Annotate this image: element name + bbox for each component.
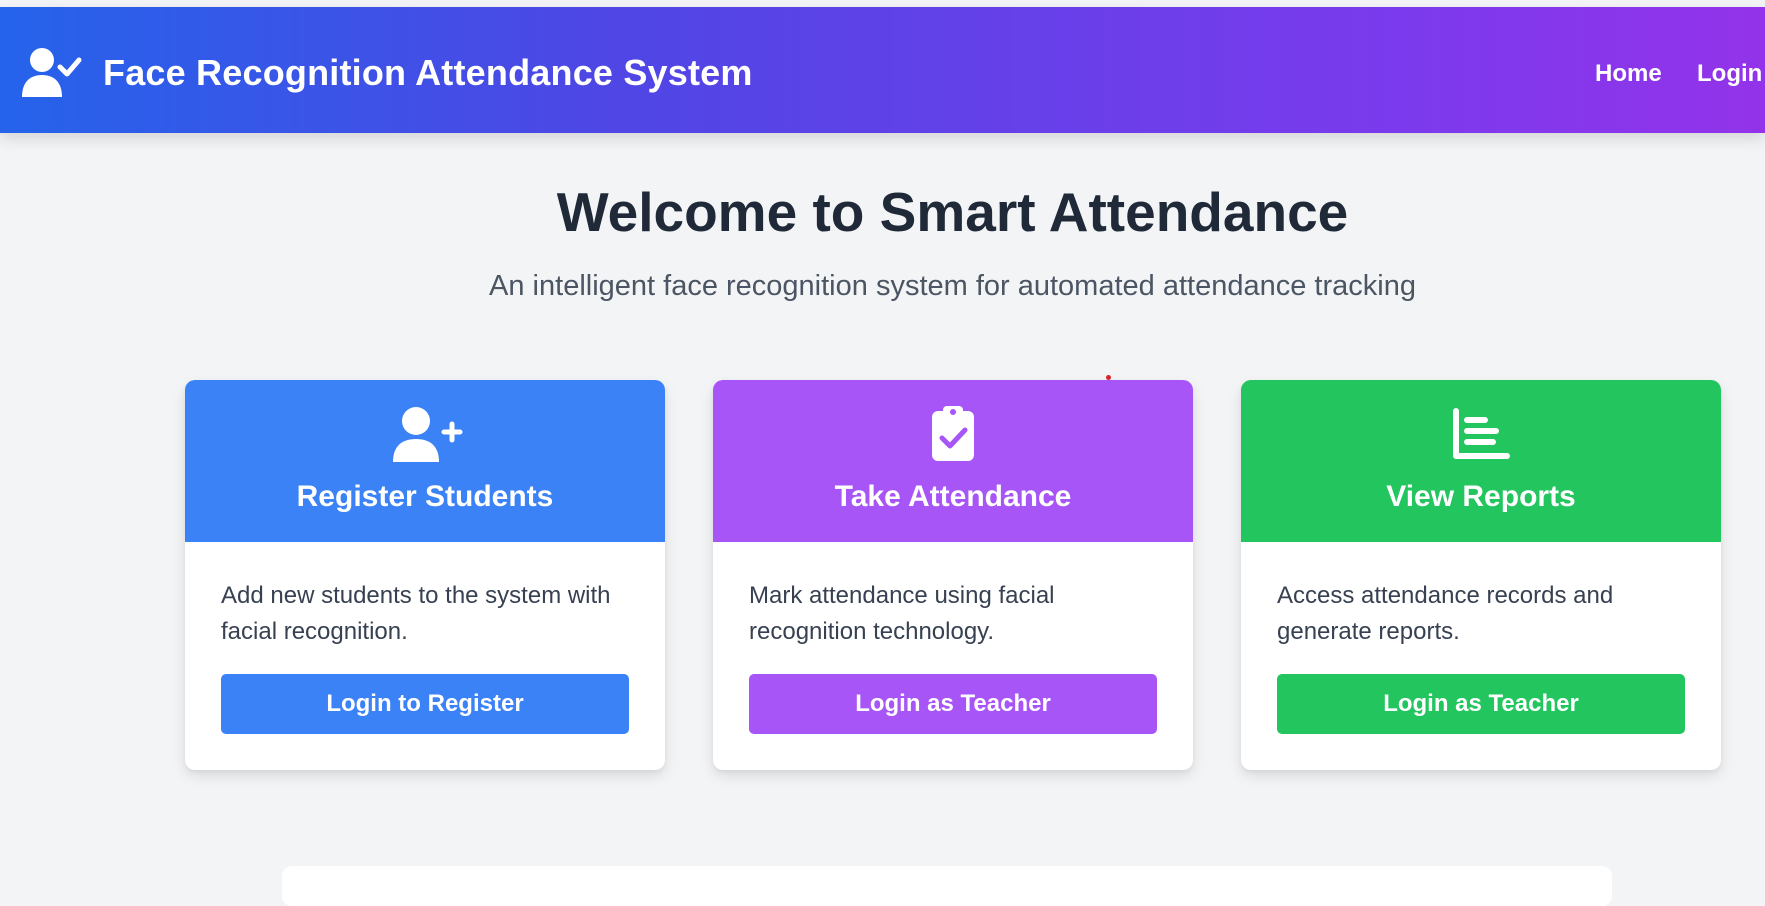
- nav-home-link[interactable]: Home: [1595, 60, 1662, 88]
- page-subtitle: An intelligent face recognition system f…: [489, 270, 1416, 302]
- user-check-icon: [22, 46, 82, 98]
- take-attendance-card: Take Attendance Mark attendance using fa…: [713, 380, 1193, 770]
- card-title: Register Students: [296, 480, 554, 513]
- card-title: Take Attendance: [834, 480, 1072, 513]
- card-header: View Reports: [1241, 380, 1721, 542]
- login-as-teacher-button[interactable]: Login as Teacher: [1277, 674, 1685, 734]
- bottom-panel: [282, 866, 1612, 906]
- brand-title[interactable]: Face Recognition Attendance System: [103, 52, 753, 94]
- login-to-register-button[interactable]: Login to Register: [221, 674, 629, 734]
- page-title: Welcome to Smart Attendance: [556, 181, 1349, 243]
- card-description: Add new students to the system with faci…: [221, 582, 611, 645]
- card-description: Access attendance records and generate r…: [1277, 582, 1614, 645]
- card-header: Take Attendance: [713, 380, 1193, 542]
- top-strip: [0, 0, 1765, 7]
- register-students-card: Register Students Add new students to th…: [185, 380, 665, 770]
- card-header: Register Students: [185, 380, 665, 542]
- nav-login-link[interactable]: Login: [1697, 60, 1762, 88]
- view-reports-card: View Reports Access attendance records a…: [1241, 380, 1721, 770]
- navbar: Face Recognition Attendance System Home …: [0, 7, 1765, 133]
- card-title: View Reports: [1386, 480, 1576, 513]
- card-description: Mark attendance using facial recognition…: [749, 582, 1055, 645]
- login-as-teacher-button[interactable]: Login as Teacher: [749, 674, 1157, 734]
- clipboard-check-icon: [913, 406, 993, 462]
- user-plus-icon: [385, 406, 465, 462]
- chart-bars-icon: [1441, 406, 1521, 462]
